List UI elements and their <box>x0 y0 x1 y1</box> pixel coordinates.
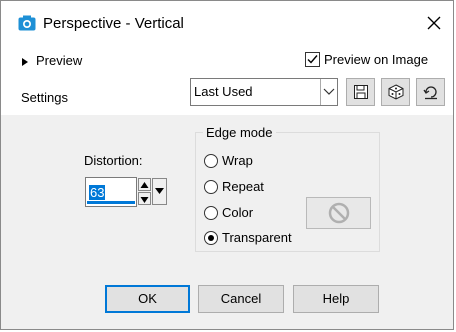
randomize-button[interactable] <box>381 78 410 106</box>
radio-button <box>204 179 218 194</box>
checkmark-icon <box>307 55 318 64</box>
preview-label: Preview <box>36 53 83 68</box>
distortion-label: Distortion: <box>84 153 143 168</box>
preview-expander[interactable]: Preview <box>22 53 82 68</box>
camera-icon <box>18 15 36 31</box>
dialog-window: Perspective - Vertical Preview Preview o… <box>0 0 454 330</box>
preview-on-image-label: Preview on Image <box>324 52 429 68</box>
edge-mode-option-transparent[interactable]: Transparent <box>204 229 292 245</box>
edge-mode-title: Edge mode <box>203 125 276 140</box>
distortion-value: 63 <box>89 185 106 200</box>
no-entry-icon <box>328 202 350 224</box>
cancel-button[interactable]: Cancel <box>198 285 284 313</box>
edge-mode-option-label: Repeat <box>222 179 264 195</box>
distortion-input[interactable]: 63 <box>85 177 137 207</box>
edge-mode-option-label: Transparent <box>222 230 292 246</box>
settings-dropdown[interactable]: Last Used <box>190 78 338 106</box>
dropdown-arrow[interactable] <box>320 79 337 105</box>
reset-button[interactable] <box>416 78 445 106</box>
edge-color-swatch[interactable] <box>306 197 371 229</box>
settings-selected-value: Last Used <box>194 84 253 99</box>
save-preset-button[interactable] <box>346 78 375 106</box>
checkbox-box <box>305 52 320 68</box>
window-title: Perspective - Vertical <box>43 15 184 32</box>
distortion-spinner[interactable]: 63 <box>85 177 169 207</box>
settings-label: Settings <box>21 90 68 105</box>
preview-on-image-checkbox[interactable]: Preview on Image <box>305 51 429 68</box>
top-settings-area: Preview Preview on Image Settings Last U… <box>1 47 453 115</box>
title-bar: Perspective - Vertical <box>1 1 453 47</box>
close-icon[interactable] <box>425 14 443 32</box>
chevron-down-icon <box>323 88 335 95</box>
dice-icon <box>388 84 404 100</box>
radio-button <box>204 153 218 168</box>
edge-mode-option-repeat[interactable]: Repeat <box>204 178 264 194</box>
edge-mode-option-color[interactable]: Color <box>204 204 253 220</box>
save-icon <box>354 85 368 99</box>
edge-mode-option-label: Color <box>222 205 254 221</box>
help-button[interactable]: Help <box>293 285 379 313</box>
arrow-down-icon <box>140 197 149 203</box>
dropdown-arrow-icon <box>155 188 164 194</box>
spin-up-button[interactable] <box>138 178 151 191</box>
radio-button-selected <box>204 230 218 245</box>
radio-button <box>204 205 218 220</box>
dialog-content: Distortion: 63 Edge mode Wrap Repeat Col… <box>1 115 453 329</box>
edge-mode-option-label: Wrap <box>222 153 253 169</box>
slider-popup-button[interactable] <box>152 178 167 205</box>
arrow-up-icon <box>140 182 149 188</box>
edge-mode-option-wrap[interactable]: Wrap <box>204 152 253 168</box>
spin-down-button[interactable] <box>138 192 151 205</box>
reset-icon <box>423 86 437 100</box>
ok-button[interactable]: OK <box>105 285 190 313</box>
distortion-slider-bar[interactable] <box>87 201 135 204</box>
expand-triangle-icon <box>22 57 28 66</box>
